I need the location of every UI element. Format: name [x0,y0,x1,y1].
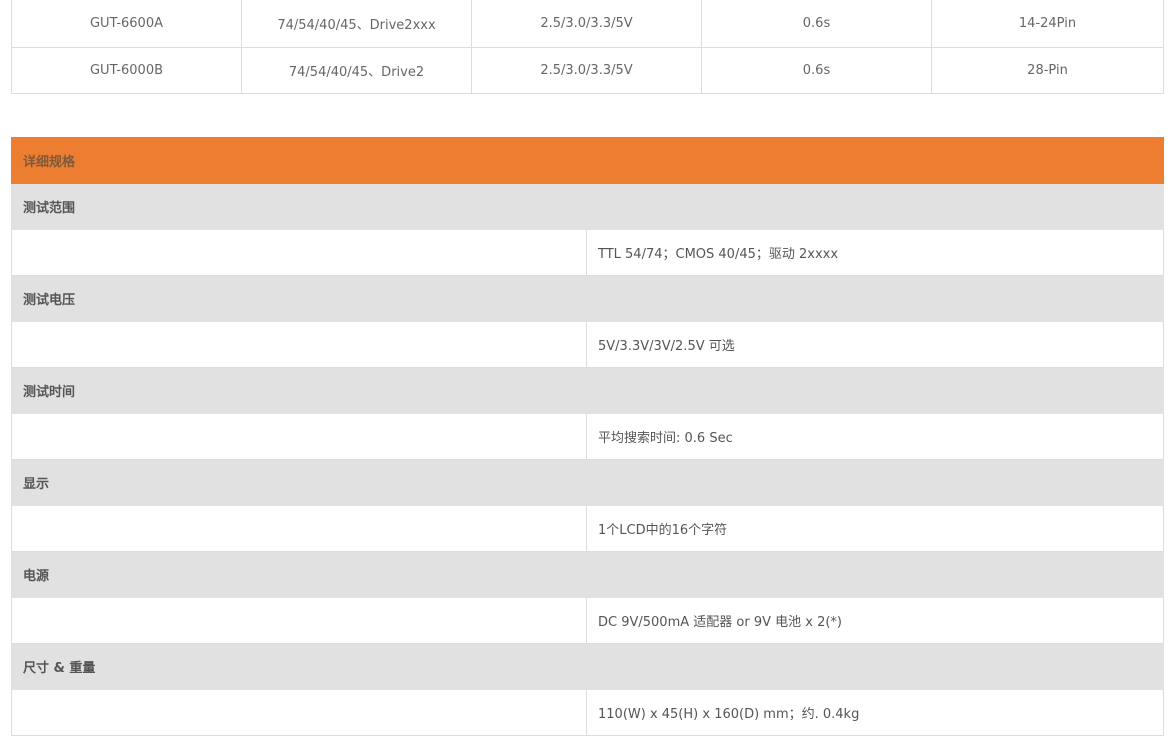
spec-value-row: 110(W) x 45(H) x 160(D) mm；约. 0.4kg [11,689,1165,736]
spec-value-blank [11,321,587,368]
spec-value-row: 平均搜索时间: 0.6 Sec [11,413,1165,460]
test-time-cell: 0.6s [701,0,932,48]
spec-section-row: 测试电压 [10,275,1165,322]
model-comparison-table: GUT-6600A 74/54/40/45、Drive2xxx 2.5/3.0/… [11,0,1164,94]
spec-section-row: 测试范围 [10,183,1165,230]
spec-value: 平均搜索时间: 0.6 Sec [585,413,1165,460]
spec-section-title: 测试时间 [10,367,1165,414]
spec-value: DC 9V/500mA 适配器 or 9V 电池 x 2(*) [585,597,1165,644]
spec-section-title: 显示 [10,459,1165,506]
spec-value-row: 1个LCD中的16个字符 [11,505,1165,552]
spec-section-row: 尺寸 & 重量 [10,643,1165,690]
model-name-cell: GUT-6000B [11,47,242,94]
spec-header-row: 详细规格 [10,137,1165,184]
pin-count-cell: 14-24Pin [931,0,1164,48]
spec-value: 1个LCD中的16个字符 [585,505,1165,552]
spec-value: 110(W) x 45(H) x 160(D) mm；约. 0.4kg [585,689,1165,736]
spec-section-row: 电源 [10,551,1165,598]
spec-value-blank [11,505,587,552]
spec-section-title: 测试电压 [10,275,1165,322]
detailed-spec-table: 详细规格 测试范围 TTL 54/74；CMOS 40/45；驱动 2xxxx … [10,137,1165,736]
test-voltage-cell: 2.5/3.0/3.3/5V [471,0,702,48]
spec-value: TTL 54/74；CMOS 40/45；驱动 2xxxx [585,229,1165,276]
spec-value-blank [11,597,587,644]
spec-section-title: 电源 [10,551,1165,598]
spec-section-title: 尺寸 & 重量 [10,643,1165,690]
test-time-cell: 0.6s [701,47,932,94]
spec-section-row: 显示 [10,459,1165,506]
spec-section-title: 测试范围 [10,183,1165,230]
spec-value-row: 5V/3.3V/3V/2.5V 可选 [11,321,1165,368]
spec-value: 5V/3.3V/3V/2.5V 可选 [585,321,1165,368]
spec-header-title: 详细规格 [10,137,1165,184]
table-row: GUT-6600A 74/54/40/45、Drive2xxx 2.5/3.0/… [11,0,1164,48]
test-range-cell: 74/54/40/45、Drive2 [241,47,472,94]
pin-count-cell: 28-Pin [931,47,1164,94]
test-voltage-cell: 2.5/3.0/3.3/5V [471,47,702,94]
model-name-cell: GUT-6600A [11,0,242,48]
spec-value-blank [11,689,587,736]
spec-value-row: DC 9V/500mA 适配器 or 9V 电池 x 2(*) [11,597,1165,644]
test-range-cell: 74/54/40/45、Drive2xxx [241,0,472,48]
spec-section-row: 测试时间 [10,367,1165,414]
table-row: GUT-6000B 74/54/40/45、Drive2 2.5/3.0/3.3… [11,47,1164,94]
spec-value-row: TTL 54/74；CMOS 40/45；驱动 2xxxx [11,229,1165,276]
spec-value-blank [11,413,587,460]
spec-value-blank [11,229,587,276]
